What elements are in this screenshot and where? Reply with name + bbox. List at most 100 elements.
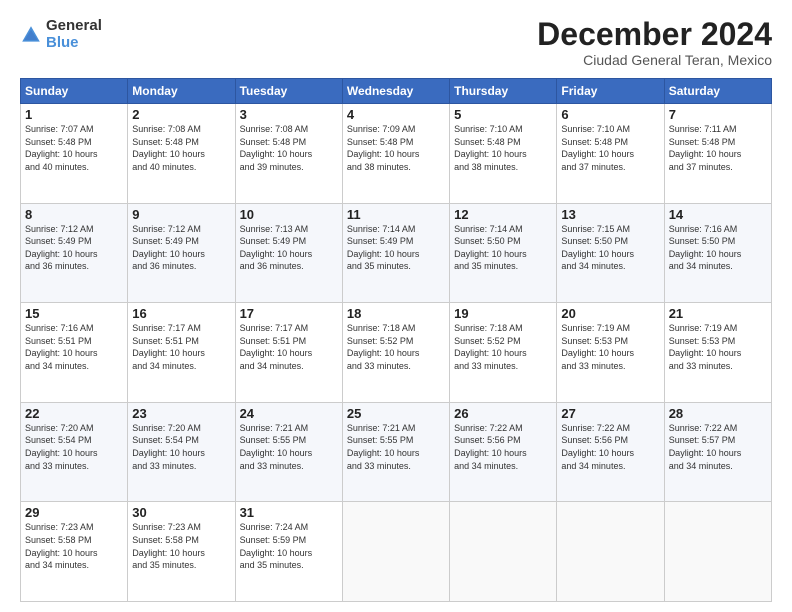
logo: General Blue xyxy=(20,18,102,51)
calendar-week-2: 8Sunrise: 7:12 AM Sunset: 5:49 PM Daylig… xyxy=(21,203,772,303)
calendar-week-4: 22Sunrise: 7:20 AM Sunset: 5:54 PM Dayli… xyxy=(21,402,772,502)
day-info: Sunrise: 7:22 AM Sunset: 5:56 PM Dayligh… xyxy=(454,422,552,472)
day-info: Sunrise: 7:21 AM Sunset: 5:55 PM Dayligh… xyxy=(240,422,338,472)
calendar-cell: 4Sunrise: 7:09 AM Sunset: 5:48 PM Daylig… xyxy=(342,104,449,204)
day-number: 12 xyxy=(454,207,552,222)
calendar-cell: 13Sunrise: 7:15 AM Sunset: 5:50 PM Dayli… xyxy=(557,203,664,303)
calendar-cell: 27Sunrise: 7:22 AM Sunset: 5:56 PM Dayli… xyxy=(557,402,664,502)
day-number: 20 xyxy=(561,306,659,321)
calendar-cell: 23Sunrise: 7:20 AM Sunset: 5:54 PM Dayli… xyxy=(128,402,235,502)
day-number: 31 xyxy=(240,505,338,520)
calendar-week-1: 1Sunrise: 7:07 AM Sunset: 5:48 PM Daylig… xyxy=(21,104,772,204)
calendar-cell: 31Sunrise: 7:24 AM Sunset: 5:59 PM Dayli… xyxy=(235,502,342,602)
calendar-cell: 7Sunrise: 7:11 AM Sunset: 5:48 PM Daylig… xyxy=(664,104,771,204)
day-info: Sunrise: 7:10 AM Sunset: 5:48 PM Dayligh… xyxy=(561,123,659,173)
day-number: 22 xyxy=(25,406,123,421)
calendar-table: SundayMondayTuesdayWednesdayThursdayFrid… xyxy=(20,78,772,602)
logo-general: General xyxy=(46,18,102,35)
calendar-cell xyxy=(664,502,771,602)
calendar-header-sunday: Sunday xyxy=(21,79,128,104)
day-number: 25 xyxy=(347,406,445,421)
day-info: Sunrise: 7:12 AM Sunset: 5:49 PM Dayligh… xyxy=(132,223,230,273)
calendar-cell: 29Sunrise: 7:23 AM Sunset: 5:58 PM Dayli… xyxy=(21,502,128,602)
day-number: 13 xyxy=(561,207,659,222)
day-info: Sunrise: 7:17 AM Sunset: 5:51 PM Dayligh… xyxy=(240,322,338,372)
calendar-cell: 6Sunrise: 7:10 AM Sunset: 5:48 PM Daylig… xyxy=(557,104,664,204)
day-info: Sunrise: 7:14 AM Sunset: 5:50 PM Dayligh… xyxy=(454,223,552,273)
calendar-cell: 2Sunrise: 7:08 AM Sunset: 5:48 PM Daylig… xyxy=(128,104,235,204)
subtitle: Ciudad General Teran, Mexico xyxy=(537,52,772,68)
calendar-week-3: 15Sunrise: 7:16 AM Sunset: 5:51 PM Dayli… xyxy=(21,303,772,403)
title-block: December 2024 Ciudad General Teran, Mexi… xyxy=(537,18,772,68)
calendar-cell: 19Sunrise: 7:18 AM Sunset: 5:52 PM Dayli… xyxy=(450,303,557,403)
calendar-cell: 28Sunrise: 7:22 AM Sunset: 5:57 PM Dayli… xyxy=(664,402,771,502)
calendar-cell: 25Sunrise: 7:21 AM Sunset: 5:55 PM Dayli… xyxy=(342,402,449,502)
day-number: 30 xyxy=(132,505,230,520)
day-number: 5 xyxy=(454,107,552,122)
calendar-cell: 30Sunrise: 7:23 AM Sunset: 5:58 PM Dayli… xyxy=(128,502,235,602)
day-number: 21 xyxy=(669,306,767,321)
day-number: 26 xyxy=(454,406,552,421)
day-info: Sunrise: 7:16 AM Sunset: 5:51 PM Dayligh… xyxy=(25,322,123,372)
calendar-cell: 16Sunrise: 7:17 AM Sunset: 5:51 PM Dayli… xyxy=(128,303,235,403)
day-number: 16 xyxy=(132,306,230,321)
calendar-cell: 18Sunrise: 7:18 AM Sunset: 5:52 PM Dayli… xyxy=(342,303,449,403)
calendar-cell: 24Sunrise: 7:21 AM Sunset: 5:55 PM Dayli… xyxy=(235,402,342,502)
day-info: Sunrise: 7:22 AM Sunset: 5:57 PM Dayligh… xyxy=(669,422,767,472)
day-info: Sunrise: 7:09 AM Sunset: 5:48 PM Dayligh… xyxy=(347,123,445,173)
calendar-cell xyxy=(450,502,557,602)
day-number: 9 xyxy=(132,207,230,222)
calendar-header-monday: Monday xyxy=(128,79,235,104)
day-number: 18 xyxy=(347,306,445,321)
day-number: 24 xyxy=(240,406,338,421)
day-info: Sunrise: 7:23 AM Sunset: 5:58 PM Dayligh… xyxy=(25,521,123,571)
day-info: Sunrise: 7:15 AM Sunset: 5:50 PM Dayligh… xyxy=(561,223,659,273)
day-info: Sunrise: 7:08 AM Sunset: 5:48 PM Dayligh… xyxy=(240,123,338,173)
header: General Blue December 2024 Ciudad Genera… xyxy=(20,18,772,68)
day-number: 8 xyxy=(25,207,123,222)
calendar-cell: 1Sunrise: 7:07 AM Sunset: 5:48 PM Daylig… xyxy=(21,104,128,204)
day-info: Sunrise: 7:11 AM Sunset: 5:48 PM Dayligh… xyxy=(669,123,767,173)
calendar-header-wednesday: Wednesday xyxy=(342,79,449,104)
day-info: Sunrise: 7:16 AM Sunset: 5:50 PM Dayligh… xyxy=(669,223,767,273)
day-info: Sunrise: 7:22 AM Sunset: 5:56 PM Dayligh… xyxy=(561,422,659,472)
day-number: 28 xyxy=(669,406,767,421)
day-number: 27 xyxy=(561,406,659,421)
day-info: Sunrise: 7:10 AM Sunset: 5:48 PM Dayligh… xyxy=(454,123,552,173)
calendar-header-friday: Friday xyxy=(557,79,664,104)
day-info: Sunrise: 7:14 AM Sunset: 5:49 PM Dayligh… xyxy=(347,223,445,273)
day-number: 14 xyxy=(669,207,767,222)
day-number: 10 xyxy=(240,207,338,222)
day-info: Sunrise: 7:17 AM Sunset: 5:51 PM Dayligh… xyxy=(132,322,230,372)
day-number: 19 xyxy=(454,306,552,321)
day-info: Sunrise: 7:24 AM Sunset: 5:59 PM Dayligh… xyxy=(240,521,338,571)
logo-icon xyxy=(20,24,42,46)
day-number: 7 xyxy=(669,107,767,122)
calendar-week-5: 29Sunrise: 7:23 AM Sunset: 5:58 PM Dayli… xyxy=(21,502,772,602)
calendar-header-saturday: Saturday xyxy=(664,79,771,104)
day-number: 17 xyxy=(240,306,338,321)
month-title: December 2024 xyxy=(537,18,772,50)
day-info: Sunrise: 7:13 AM Sunset: 5:49 PM Dayligh… xyxy=(240,223,338,273)
day-number: 3 xyxy=(240,107,338,122)
day-number: 29 xyxy=(25,505,123,520)
calendar-cell: 9Sunrise: 7:12 AM Sunset: 5:49 PM Daylig… xyxy=(128,203,235,303)
day-info: Sunrise: 7:07 AM Sunset: 5:48 PM Dayligh… xyxy=(25,123,123,173)
calendar-cell: 11Sunrise: 7:14 AM Sunset: 5:49 PM Dayli… xyxy=(342,203,449,303)
calendar-cell: 14Sunrise: 7:16 AM Sunset: 5:50 PM Dayli… xyxy=(664,203,771,303)
calendar-cell: 12Sunrise: 7:14 AM Sunset: 5:50 PM Dayli… xyxy=(450,203,557,303)
calendar-cell: 3Sunrise: 7:08 AM Sunset: 5:48 PM Daylig… xyxy=(235,104,342,204)
day-number: 15 xyxy=(25,306,123,321)
calendar-cell: 26Sunrise: 7:22 AM Sunset: 5:56 PM Dayli… xyxy=(450,402,557,502)
calendar-cell: 22Sunrise: 7:20 AM Sunset: 5:54 PM Dayli… xyxy=(21,402,128,502)
day-info: Sunrise: 7:20 AM Sunset: 5:54 PM Dayligh… xyxy=(132,422,230,472)
calendar-cell: 15Sunrise: 7:16 AM Sunset: 5:51 PM Dayli… xyxy=(21,303,128,403)
day-info: Sunrise: 7:19 AM Sunset: 5:53 PM Dayligh… xyxy=(561,322,659,372)
day-info: Sunrise: 7:20 AM Sunset: 5:54 PM Dayligh… xyxy=(25,422,123,472)
day-info: Sunrise: 7:12 AM Sunset: 5:49 PM Dayligh… xyxy=(25,223,123,273)
calendar-header-tuesday: Tuesday xyxy=(235,79,342,104)
calendar-cell: 17Sunrise: 7:17 AM Sunset: 5:51 PM Dayli… xyxy=(235,303,342,403)
calendar-cell: 10Sunrise: 7:13 AM Sunset: 5:49 PM Dayli… xyxy=(235,203,342,303)
calendar-cell xyxy=(342,502,449,602)
day-info: Sunrise: 7:21 AM Sunset: 5:55 PM Dayligh… xyxy=(347,422,445,472)
